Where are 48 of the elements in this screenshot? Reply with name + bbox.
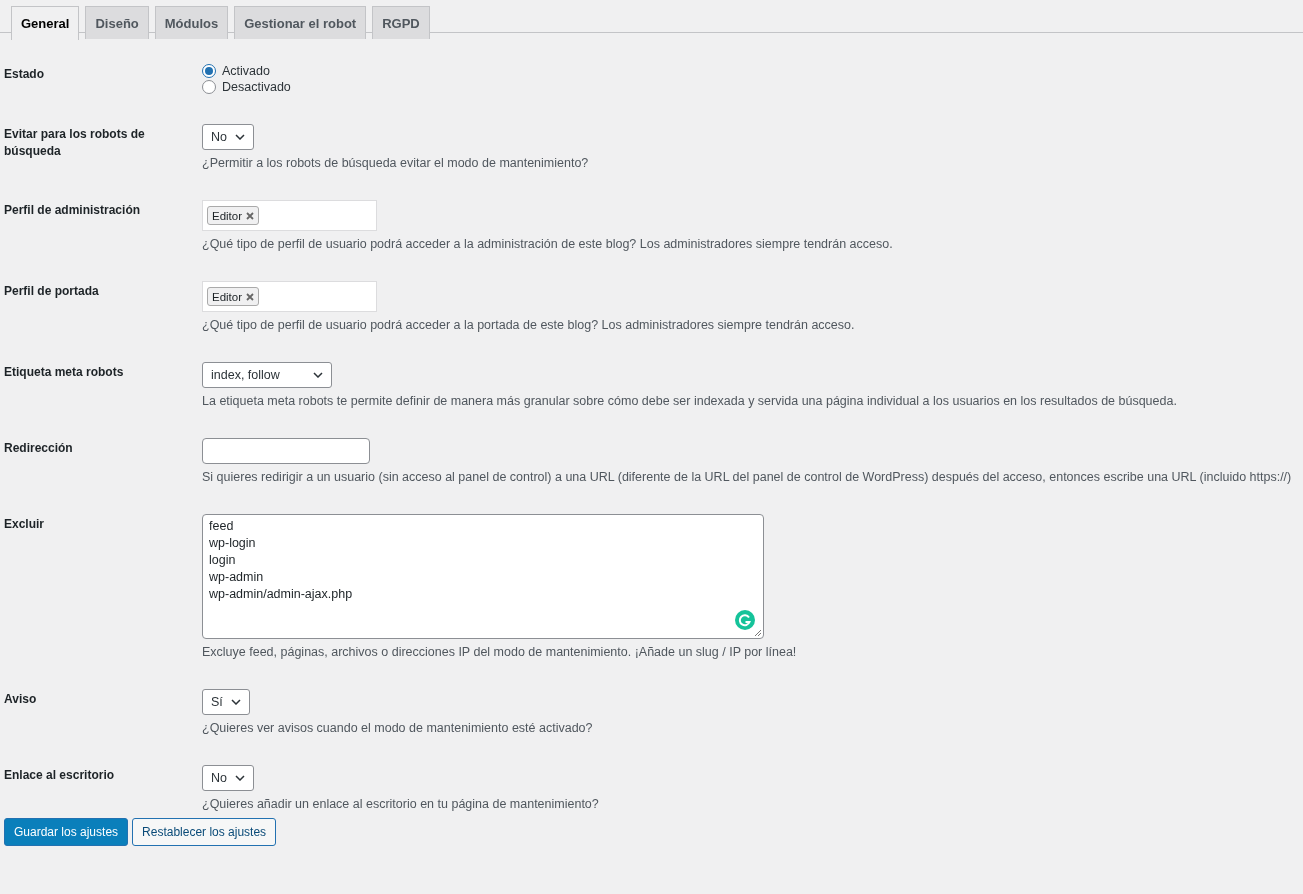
chevron-down-icon: [235, 775, 245, 781]
setting-label: Enlace al escritorio: [4, 767, 116, 784]
tag-chip[interactable]: Editor: [207, 287, 260, 306]
setting-label: Perfil de administración: [4, 202, 142, 219]
setting-description: La etiqueta meta robots te permite definir de manera más granular sobre cómo debe ser indexada y servida una página individual a los usuarios en los resultados de búsqueda.: [202, 394, 1177, 408]
setting-description: ¿Permitir a los robots de búsqueda evitar el modo de mantenimiento?: [202, 156, 589, 170]
radio-option[interactable]: Activado: [202, 64, 291, 78]
setting-label: Evitar para los robots de búsqueda: [4, 126, 146, 160]
radio-option[interactable]: Desactivado: [202, 80, 291, 94]
textarea-line: feed: [209, 518, 235, 535]
setting-label: Etiqueta meta robots: [4, 364, 125, 381]
chevron-down-icon: [313, 372, 323, 378]
setting-description: ¿Quieres añadir un enlace al escritorio en tu página de mantenimiento?: [202, 797, 599, 811]
chevron-down-icon: [230, 699, 241, 705]
tag-field[interactable]: Editor: [202, 281, 377, 312]
setting-label: Perfil de portada: [4, 283, 100, 300]
dropdown[interactable]: Sí: [202, 689, 250, 715]
tab[interactable]: Gestionar el robot: [234, 6, 367, 39]
remove-icon[interactable]: [246, 292, 255, 301]
textarea-line: wp-login: [209, 535, 257, 552]
save-button[interactable]: Guardar los ajustes: [4, 818, 129, 846]
textarea-line: wp-admin: [209, 569, 265, 586]
setting-description: ¿Quieres ver avisos cuando el modo de mantenimiento esté activado?: [202, 721, 593, 735]
textarea-line: wp-admin/admin-ajax.php: [209, 586, 354, 603]
chevron-down-icon: [235, 134, 245, 140]
dropdown[interactable]: No: [202, 765, 254, 791]
setting-label: Estado: [4, 66, 45, 83]
tab[interactable]: RGPD: [372, 6, 430, 39]
tab[interactable]: Módulos: [154, 6, 229, 39]
textarea-field[interactable]: feed wp-login login wp-admin wp-admin/admin-ajax.php: [202, 514, 764, 639]
resize-handle-icon[interactable]: [754, 629, 762, 637]
reset-button[interactable]: Restablecer los ajustes: [132, 818, 277, 846]
setting-description: ¿Qué tipo de perfil de usuario podrá acceder a la administración de este blog? Los administradores siempre tendrán acceso.: [202, 237, 893, 251]
input-field[interactable]: [202, 438, 370, 464]
tab[interactable]: General: [11, 6, 80, 40]
dropdown[interactable]: index, follow: [202, 362, 332, 388]
remove-icon[interactable]: [246, 211, 255, 220]
dropdown[interactable]: No: [202, 124, 254, 150]
setting-label: Redirección: [4, 440, 74, 457]
tag-field[interactable]: Editor: [202, 200, 377, 231]
textarea-line: login: [209, 552, 237, 569]
setting-description: Excluye feed, páginas, archivos o direcciones IP del modo de mantenimiento. ¡Añade un slug / IP por línea!: [202, 645, 797, 659]
setting-label: Excluir: [4, 516, 46, 533]
setting-description: Si quieres redirigir a un usuario (sin acceso al panel de control) a una URL (diferente de la URL del panel de control de WordPress) después del acceso, entonces escribe una URL (incluido https://): [202, 470, 1292, 484]
setting-label: Aviso: [4, 691, 38, 708]
tag-chip[interactable]: Editor: [207, 206, 260, 225]
tab[interactable]: Diseño: [85, 6, 149, 39]
setting-description: ¿Qué tipo de perfil de usuario podrá acceder a la portada de este blog? Los administradores siempre tendrán acceso.: [202, 318, 855, 332]
